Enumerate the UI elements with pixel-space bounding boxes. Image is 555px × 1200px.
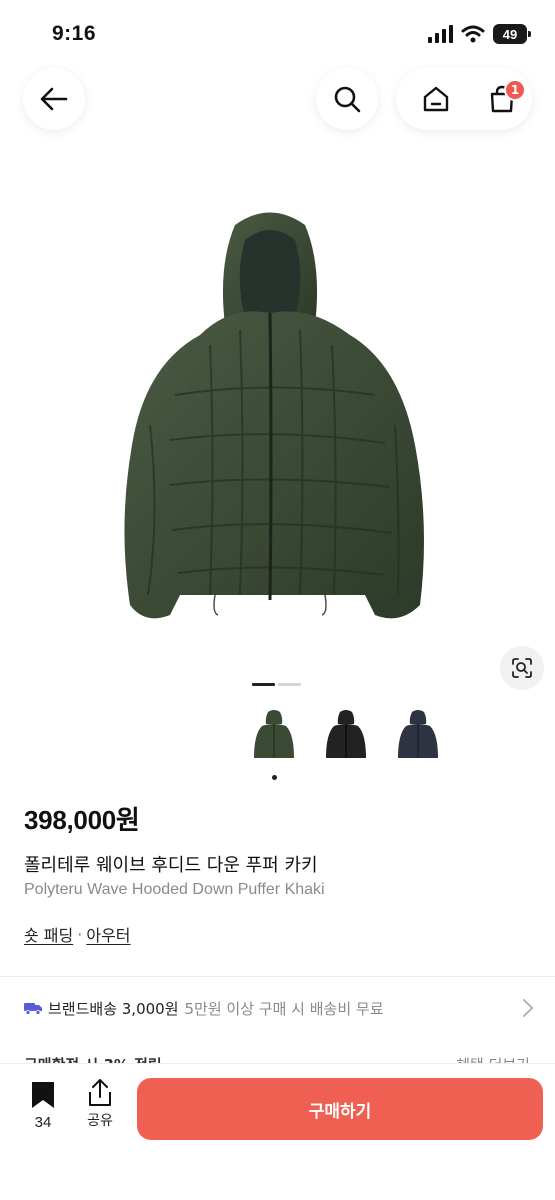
status-time: 9:16 xyxy=(52,22,97,45)
share-label: 공유 xyxy=(87,1113,113,1129)
wifi-icon xyxy=(461,25,485,43)
selected-thumbnail-dot xyxy=(272,775,277,780)
category-link-short-padding[interactable]: 숏 패딩 xyxy=(24,922,73,946)
search-icon xyxy=(334,86,361,113)
bottom-action-bar: 34 공유 구매하기 xyxy=(0,1064,555,1200)
signal-icon xyxy=(428,25,453,43)
buy-button[interactable]: 구매하기 xyxy=(137,1078,543,1140)
jacket-thumbnail-icon xyxy=(398,710,438,758)
cart-badge: 1 xyxy=(504,79,526,101)
status-icons: 49 xyxy=(427,24,531,44)
thumbnail-khaki[interactable] xyxy=(248,704,300,780)
share-icon xyxy=(89,1079,111,1106)
product-title-english: Polyteru Wave Hooded Down Puffer Khaki xyxy=(24,881,325,898)
thumbnail-navy[interactable] xyxy=(392,704,444,768)
category-links: 숏 패딩 · 아우터 xyxy=(24,922,131,946)
product-image[interactable] xyxy=(100,195,455,645)
search-button[interactable] xyxy=(316,68,378,130)
header-actions: 1 xyxy=(396,68,532,130)
bookmark-count: 34 xyxy=(34,1114,52,1131)
battery-indicator: 49 xyxy=(493,24,531,44)
lens-icon xyxy=(512,658,532,678)
thumbnail-black[interactable] xyxy=(320,704,372,768)
category-separator: · xyxy=(77,924,83,944)
pager-segment xyxy=(278,683,301,686)
delivery-truck-icon xyxy=(24,1003,42,1015)
bookmark-icon xyxy=(32,1082,54,1108)
home-icon xyxy=(423,86,449,112)
image-pager xyxy=(252,683,301,686)
share-button[interactable]: 공유 xyxy=(78,1078,122,1130)
product-title-korean: 폴리테루 웨이브 후디드 다운 푸퍼 카키 xyxy=(24,855,318,876)
image-search-button[interactable] xyxy=(500,646,544,690)
color-thumbnails xyxy=(248,704,444,780)
cart-button[interactable]: 1 xyxy=(472,68,532,130)
pager-segment-active xyxy=(252,683,275,686)
bookmark-button[interactable]: 34 xyxy=(22,1080,64,1131)
jacket-thumbnail-icon xyxy=(254,710,294,758)
shipping-fee: 브랜드배송 3,000원 xyxy=(48,999,179,1018)
section-divider xyxy=(0,976,555,977)
category-link-outer[interactable]: 아우터 xyxy=(86,922,130,946)
free-shipping-note: 5만원 이상 구매 시 배송비 무료 xyxy=(184,999,384,1018)
puffer-jacket-image xyxy=(124,212,424,619)
jacket-thumbnail-icon xyxy=(326,710,366,758)
product-price: 398,000원 xyxy=(24,805,140,835)
back-button[interactable] xyxy=(23,68,85,130)
chevron-right-icon xyxy=(523,999,534,1017)
shipping-info-row[interactable]: 브랜드배송 3,000원 5만원 이상 구매 시 배송비 무료 xyxy=(24,994,534,1022)
status-bar: 9:16 49 xyxy=(0,0,555,66)
arrow-left-icon xyxy=(40,87,68,111)
home-button[interactable] xyxy=(406,68,466,130)
